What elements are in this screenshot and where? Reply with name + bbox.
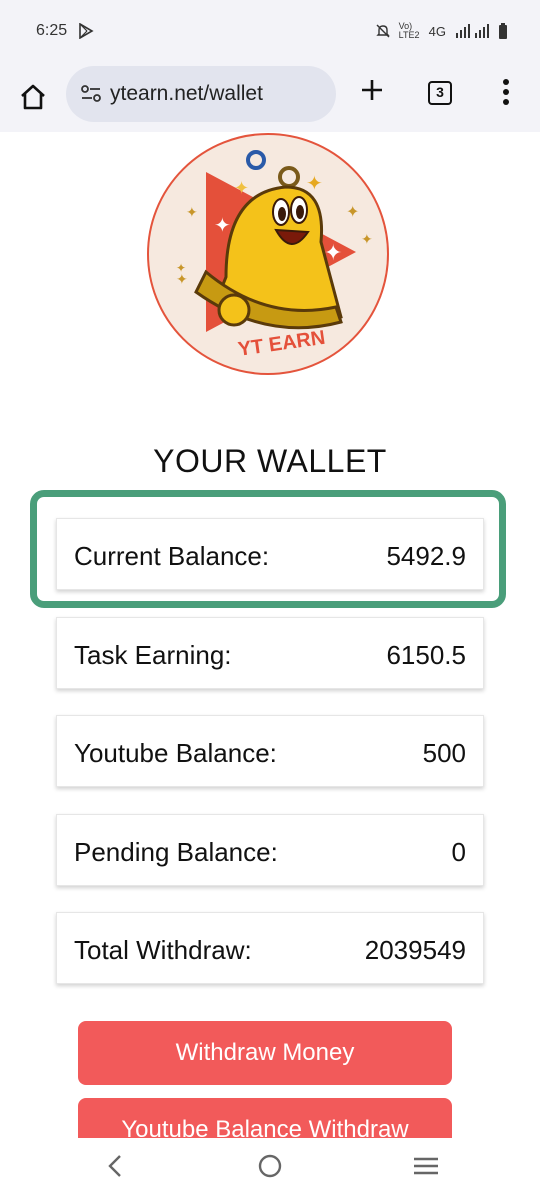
- withdraw-money-button[interactable]: Withdraw Money: [78, 1021, 452, 1085]
- svg-text:✦: ✦: [361, 231, 373, 247]
- row-value: 0: [451, 837, 466, 867]
- row-label: Youtube Balance:: [74, 738, 277, 768]
- row-value: 6150.5: [386, 640, 466, 670]
- site-settings-icon[interactable]: [80, 84, 102, 104]
- home-icon[interactable]: [18, 82, 48, 112]
- pending-balance-card: Pending Balance: 0: [56, 814, 484, 886]
- home-nav-icon[interactable]: [258, 1154, 282, 1178]
- yt-earn-logo: ✦ ✦ ✦ ✦ ✦ ✦ ✦ ✦ ✦ YT EARN: [147, 133, 389, 375]
- row-value: 500: [422, 738, 466, 768]
- network-label: Vo) LTE2: [398, 21, 420, 40]
- youtube-balance-card: Youtube Balance: 500: [56, 715, 484, 787]
- status-time: 6:25: [36, 22, 68, 39]
- silent-icon: [375, 24, 390, 38]
- tab-switcher-button[interactable]: 3: [428, 81, 452, 105]
- svg-text:✦: ✦: [234, 178, 249, 198]
- status-bar: 6:25 Vo) LTE2 4G: [0, 0, 540, 64]
- system-navigation-bar: [0, 1138, 540, 1196]
- total-withdraw-card: Total Withdraw: 2039549: [56, 912, 484, 984]
- back-icon[interactable]: [104, 1154, 126, 1178]
- task-earning-card: Task Earning: 6150.5: [56, 617, 484, 689]
- signal-icon: [456, 24, 489, 38]
- play-store-icon: [79, 23, 94, 39]
- more-menu-icon[interactable]: [502, 78, 510, 106]
- row-label: Task Earning:: [74, 640, 232, 670]
- row-label: Total Withdraw:: [74, 935, 252, 965]
- row-value: 2039549: [364, 935, 466, 965]
- svg-text:✦: ✦: [324, 240, 342, 265]
- battery-icon: [499, 23, 507, 39]
- highlight-box: [30, 490, 506, 608]
- svg-text:✦: ✦: [306, 173, 323, 195]
- svg-text:✦: ✦: [186, 204, 198, 220]
- new-tab-icon[interactable]: [360, 78, 384, 102]
- network-type: 4G: [428, 23, 446, 39]
- svg-text:✦: ✦: [346, 204, 359, 221]
- status-icons: Vo) LTE2 4G: [375, 22, 508, 40]
- svg-text:✦: ✦: [214, 215, 231, 237]
- browser-toolbar: ytearn.net/wallet 3: [0, 64, 540, 132]
- page-title: YOUR WALLET: [153, 443, 387, 479]
- row-label: Pending Balance:: [74, 837, 278, 867]
- url-text[interactable]: ytearn.net/wallet: [110, 82, 263, 106]
- svg-text:✦: ✦: [176, 271, 188, 287]
- address-bar[interactable]: ytearn.net/wallet: [66, 66, 336, 122]
- recent-apps-icon[interactable]: [414, 1157, 438, 1175]
